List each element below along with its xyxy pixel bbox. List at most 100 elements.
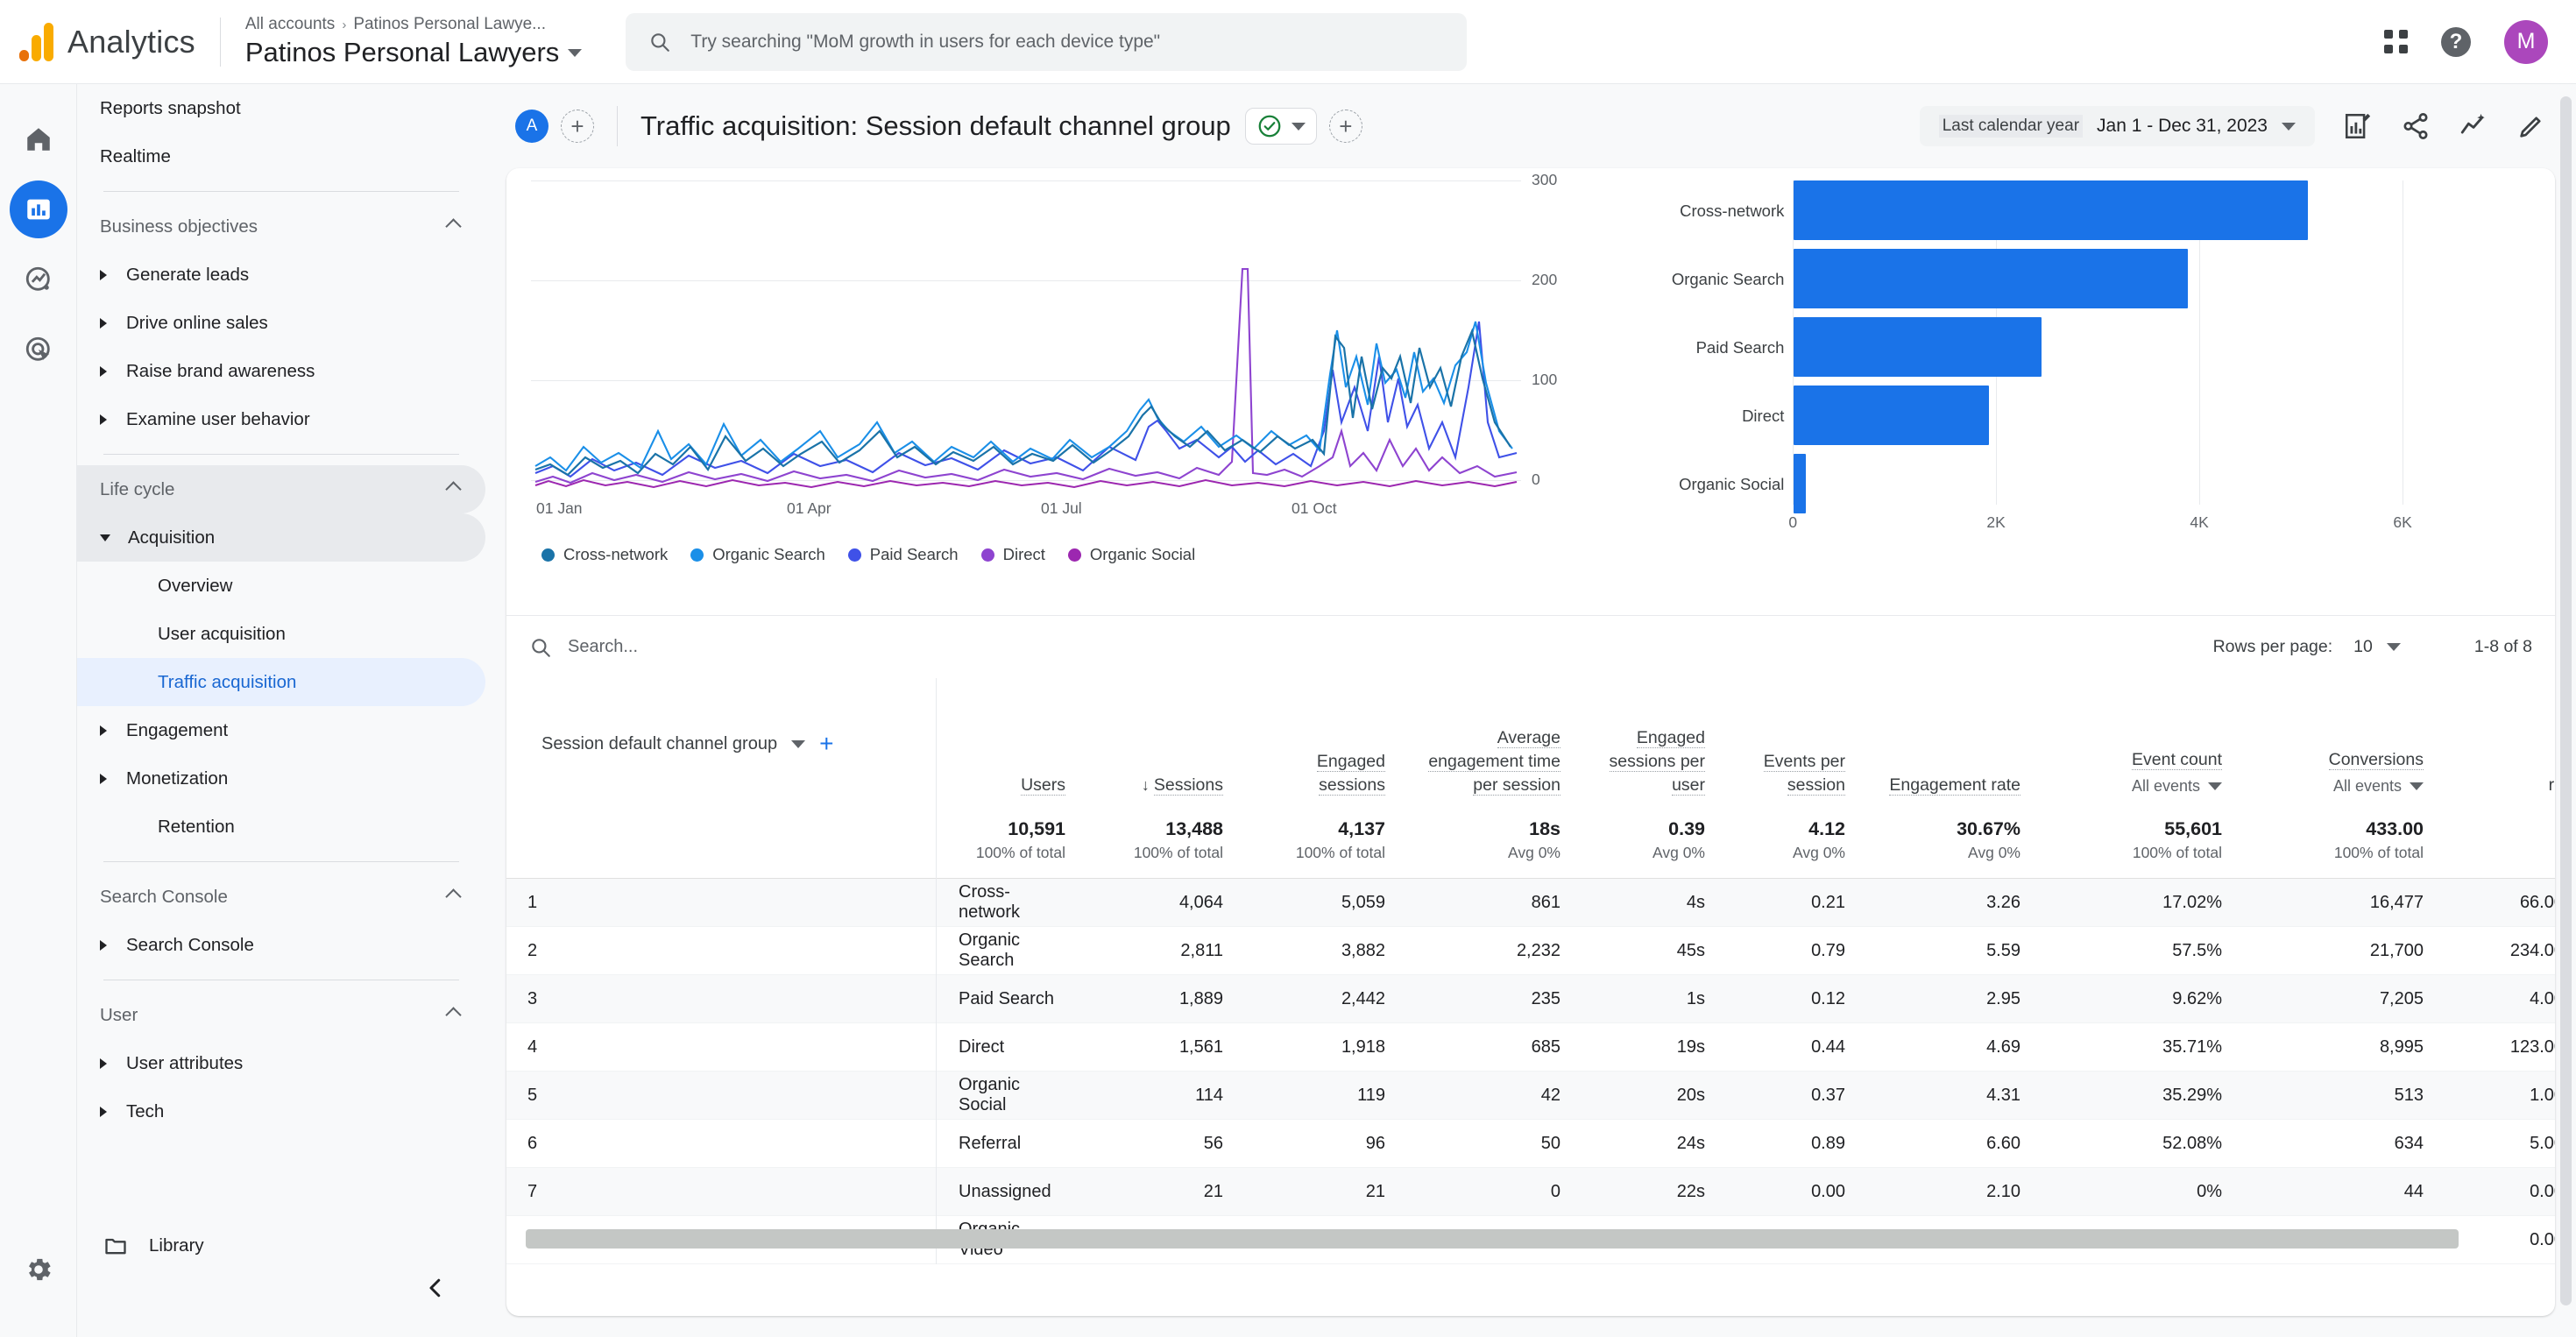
insights-icon[interactable] — [2459, 111, 2488, 141]
bar-paid-search[interactable] — [1794, 317, 2042, 377]
legend-item-organic-social[interactable]: Organic Social — [1067, 545, 1195, 564]
chevron-down-icon[interactable] — [568, 48, 583, 57]
sessions-line-chart[interactable]: 300 200 100 0 01 Jan 01 Apr 01 Jul 01 Oc… — [522, 168, 1600, 615]
rail-item-advertising[interactable] — [10, 321, 67, 378]
apps-grid-icon[interactable] — [2384, 30, 2408, 53]
chevron-down-icon[interactable] — [791, 739, 806, 748]
row-dimension-name[interactable]: Referral — [936, 1119, 1085, 1168]
bar-cross-network[interactable] — [1794, 180, 2309, 240]
chevron-down-icon[interactable] — [2386, 643, 2401, 651]
legend-item-cross-network[interactable]: Cross-network — [541, 545, 668, 564]
row-dimension-name[interactable]: Unassigned — [936, 1167, 1085, 1216]
bar-direct[interactable] — [1794, 386, 1990, 445]
column-header-truncated[interactable]: re — [2443, 678, 2555, 810]
column-header-engaged-sessions-per-user[interactable]: Engaged sessions per user — [1580, 678, 1724, 810]
add-report-button[interactable]: + — [1328, 110, 1362, 143]
sidebar-item-tech[interactable]: Tech — [77, 1087, 485, 1135]
chevron-up-icon[interactable] — [445, 218, 462, 235]
add-comparison-button[interactable]: + — [561, 110, 594, 143]
property-selector[interactable]: Patinos Personal Lawyers — [245, 37, 583, 68]
column-header-avg-engagement-time[interactable]: Average engagement time per session — [1405, 678, 1580, 810]
conversions-filter[interactable]: All events — [2250, 775, 2424, 797]
sidebar-item-drive-online-sales[interactable]: Drive online sales — [77, 299, 485, 347]
rail-item-reports[interactable] — [9, 180, 67, 238]
table-row[interactable]: 7Unassigned2121022s0.002.100%440.00 — [506, 1167, 2555, 1216]
rail-item-home[interactable] — [10, 110, 67, 168]
audience-chip[interactable]: A — [515, 110, 548, 143]
global-search-input[interactable]: Try searching "MoM growth in users for e… — [626, 12, 1468, 71]
column-header-event-count[interactable]: Event count All events — [2040, 678, 2241, 810]
sidebar-section-user[interactable]: User — [77, 991, 485, 1039]
column-header-engaged-sessions[interactable]: Engaged sessions — [1242, 678, 1405, 810]
sidebar-item-user-attributes[interactable]: User attributes — [77, 1039, 485, 1087]
legend-item-organic-search[interactable]: Organic Search — [690, 545, 825, 564]
analytics-logo-icon[interactable] — [19, 22, 53, 61]
sidebar-item-raise-brand-awareness[interactable]: Raise brand awareness — [77, 347, 485, 395]
sidebar-section-search-console[interactable]: Search Console — [77, 873, 485, 921]
chevron-down-icon[interactable] — [2208, 782, 2222, 791]
sidebar-item-library[interactable]: Library — [77, 1221, 485, 1270]
chevron-down-icon[interactable] — [2410, 782, 2424, 791]
row-dimension-name[interactable]: Direct — [936, 1022, 1085, 1072]
edit-comparison-icon[interactable] — [2343, 111, 2373, 141]
share-icon[interactable] — [2401, 111, 2431, 141]
table-row[interactable]: 3 Paid Search 1,889 2,442 235 1s 0.12 2.95 9.62%… — [506, 974, 2555, 1023]
table-row[interactable]: 6Referral56965024s0.896.6052.08%6345.00 — [506, 1119, 2555, 1168]
avatar[interactable]: M — [2504, 19, 2548, 64]
table-row[interactable]: 1 Cross-network 4,064 5,059 861 4s 0.21 3.26 17.… — [506, 878, 2555, 927]
row-dimension-name[interactable]: Paid Search — [936, 974, 1085, 1023]
settings-gear-button[interactable] — [23, 1254, 54, 1290]
sidebar-item-overview[interactable]: Overview — [77, 562, 485, 610]
sidebar-item-monetization[interactable]: Monetization — [77, 754, 485, 803]
data-quality-chip[interactable] — [1244, 108, 1317, 145]
legend-item-direct[interactable]: Direct — [980, 545, 1045, 564]
dimension-selector[interactable]: Session default channel group + — [506, 732, 936, 756]
help-icon[interactable]: ? — [2441, 26, 2471, 57]
vertical-scrollbar[interactable] — [2560, 96, 2572, 1305]
sidebar-section-life-cycle[interactable]: Life cycle — [77, 465, 485, 513]
sidebar-item-realtime[interactable]: Realtime — [77, 132, 485, 180]
sidebar-section-business-objectives[interactable]: Business objectives — [77, 202, 485, 251]
bar-organic-social[interactable] — [1794, 454, 1807, 513]
row-dimension-name[interactable]: Organic Search — [936, 926, 1085, 975]
row-dimension-name[interactable]: Cross-network — [936, 878, 1085, 927]
sidebar-item-traffic-acquisition[interactable]: Traffic acquisition — [77, 658, 485, 706]
event-count-filter[interactable]: All events — [2049, 775, 2222, 797]
chevron-down-icon[interactable] — [2282, 122, 2296, 131]
chevron-up-icon[interactable] — [445, 1007, 462, 1023]
sidebar-item-examine-user-behavior[interactable]: Examine user behavior — [77, 395, 485, 443]
legend-item-paid-search[interactable]: Paid Search — [847, 545, 959, 564]
rows-per-page-select[interactable]: 10 — [2353, 637, 2401, 657]
column-header-conversions[interactable]: Conversions All events — [2241, 678, 2443, 810]
sidebar-item-search-console[interactable]: Search Console — [77, 921, 485, 969]
table-search-input[interactable]: Search... — [529, 636, 638, 659]
table-row[interactable]: 2 Organic Search 2,811 3,882 2,232 45s 0.79 5.5… — [506, 926, 2555, 975]
table-row[interactable]: 4 Direct 1,561 1,918 685 19s 0.44 4.69 35.71% 8,9… — [506, 1022, 2555, 1072]
breadcrumb[interactable]: All accounts › Patinos Personal Lawye... — [245, 15, 582, 34]
row-dimension-name[interactable]: Organic Social — [936, 1071, 1085, 1120]
breadcrumb-child[interactable]: Patinos Personal Lawye... — [353, 15, 546, 34]
sidebar-item-generate-leads[interactable]: Generate leads — [77, 251, 485, 299]
column-header-events-per-session[interactable]: Events per session — [1724, 678, 1865, 810]
sessions-bar-chart[interactable]: Cross-network Organic Search Paid Search… — [1600, 168, 2539, 615]
column-header-sessions[interactable]: ↓ Sessions — [1085, 678, 1242, 810]
add-dimension-button[interactable]: + — [819, 732, 833, 756]
chevron-up-icon[interactable] — [445, 481, 462, 498]
horizontal-scrollbar[interactable] — [526, 1229, 2459, 1249]
collapse-sidebar-button[interactable] — [422, 1275, 449, 1305]
breadcrumb-root[interactable]: All accounts — [245, 15, 335, 34]
sidebar-item-reports-snapshot[interactable]: Reports snapshot — [77, 84, 485, 132]
sidebar-item-retention[interactable]: Retention — [77, 803, 485, 851]
chevron-up-icon[interactable] — [445, 888, 462, 905]
bar-organic-search[interactable] — [1794, 249, 2189, 308]
sidebar-item-acquisition[interactable]: Acquisition — [77, 513, 485, 562]
rail-item-explore[interactable] — [10, 251, 67, 308]
customize-pencil-icon[interactable] — [2516, 111, 2546, 141]
table-row[interactable]: 5 Organic Social 114 119 42 20s 0.37 4.31 35.29%… — [506, 1071, 2555, 1120]
sidebar-item-user-acquisition[interactable]: User acquisition — [77, 610, 485, 658]
date-range-selector[interactable]: Last calendar year Jan 1 - Dec 31, 2023 — [1919, 106, 2315, 146]
column-header-engagement-rate[interactable]: Engagement rate — [1865, 678, 2040, 810]
column-header-users[interactable]: Users — [936, 678, 1085, 810]
chevron-down-icon[interactable] — [1291, 122, 1306, 131]
sidebar-item-engagement[interactable]: Engagement — [77, 706, 485, 754]
